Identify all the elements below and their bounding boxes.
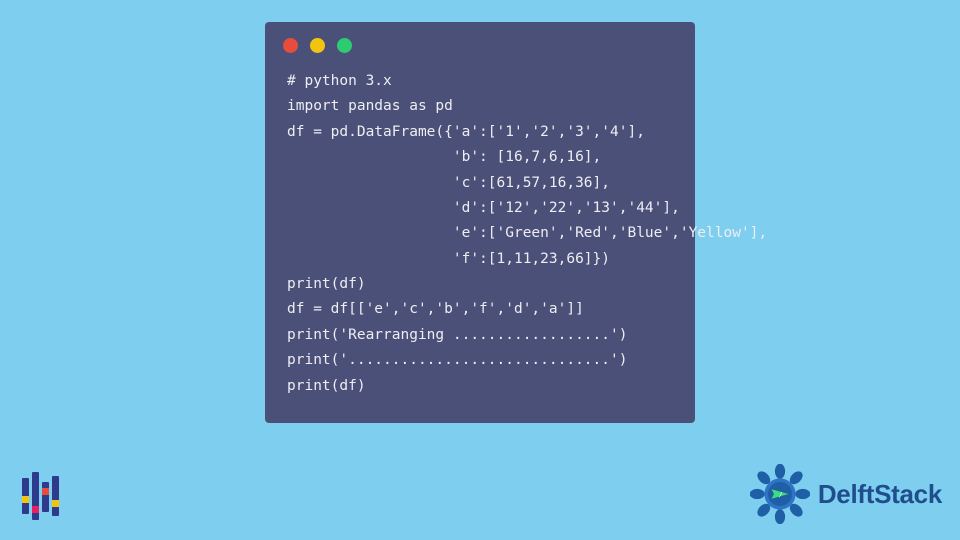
brand: / DelftStack <box>750 464 942 524</box>
code-line: import pandas as pd <box>287 98 453 114</box>
code-window: # python 3.x import pandas as pd df = pd… <box>265 22 695 423</box>
close-icon <box>283 38 298 53</box>
maximize-icon <box>337 38 352 53</box>
code-block: # python 3.x import pandas as pd df = pd… <box>265 63 695 407</box>
code-line: 'd':['12','22','13','44'], <box>287 200 680 216</box>
window-controls <box>265 22 695 63</box>
code-line: df = pd.DataFrame({'a':['1','2','3','4']… <box>287 124 645 140</box>
brand-name: DelftStack <box>818 479 942 510</box>
code-line: 'c':[61,57,16,36], <box>287 175 610 191</box>
code-line: df = df[['e','c','b','f','d','a']] <box>287 301 584 317</box>
code-line: print(df) <box>287 378 366 394</box>
code-line: 'f':[1,11,23,66]}) <box>287 251 610 267</box>
minimize-icon <box>310 38 325 53</box>
bars-icon <box>18 472 66 520</box>
code-line: 'e':['Green','Red','Blue','Yellow'], <box>287 225 767 241</box>
code-line: print('Rearranging ..................') <box>287 327 627 343</box>
code-line: print(df) <box>287 276 366 292</box>
svg-text:/: / <box>779 491 783 498</box>
code-line: print('..............................') <box>287 352 627 368</box>
code-line: 'b': [16,7,6,16], <box>287 149 601 165</box>
code-line: # python 3.x <box>287 73 392 89</box>
brand-logo-icon: / <box>750 464 810 524</box>
